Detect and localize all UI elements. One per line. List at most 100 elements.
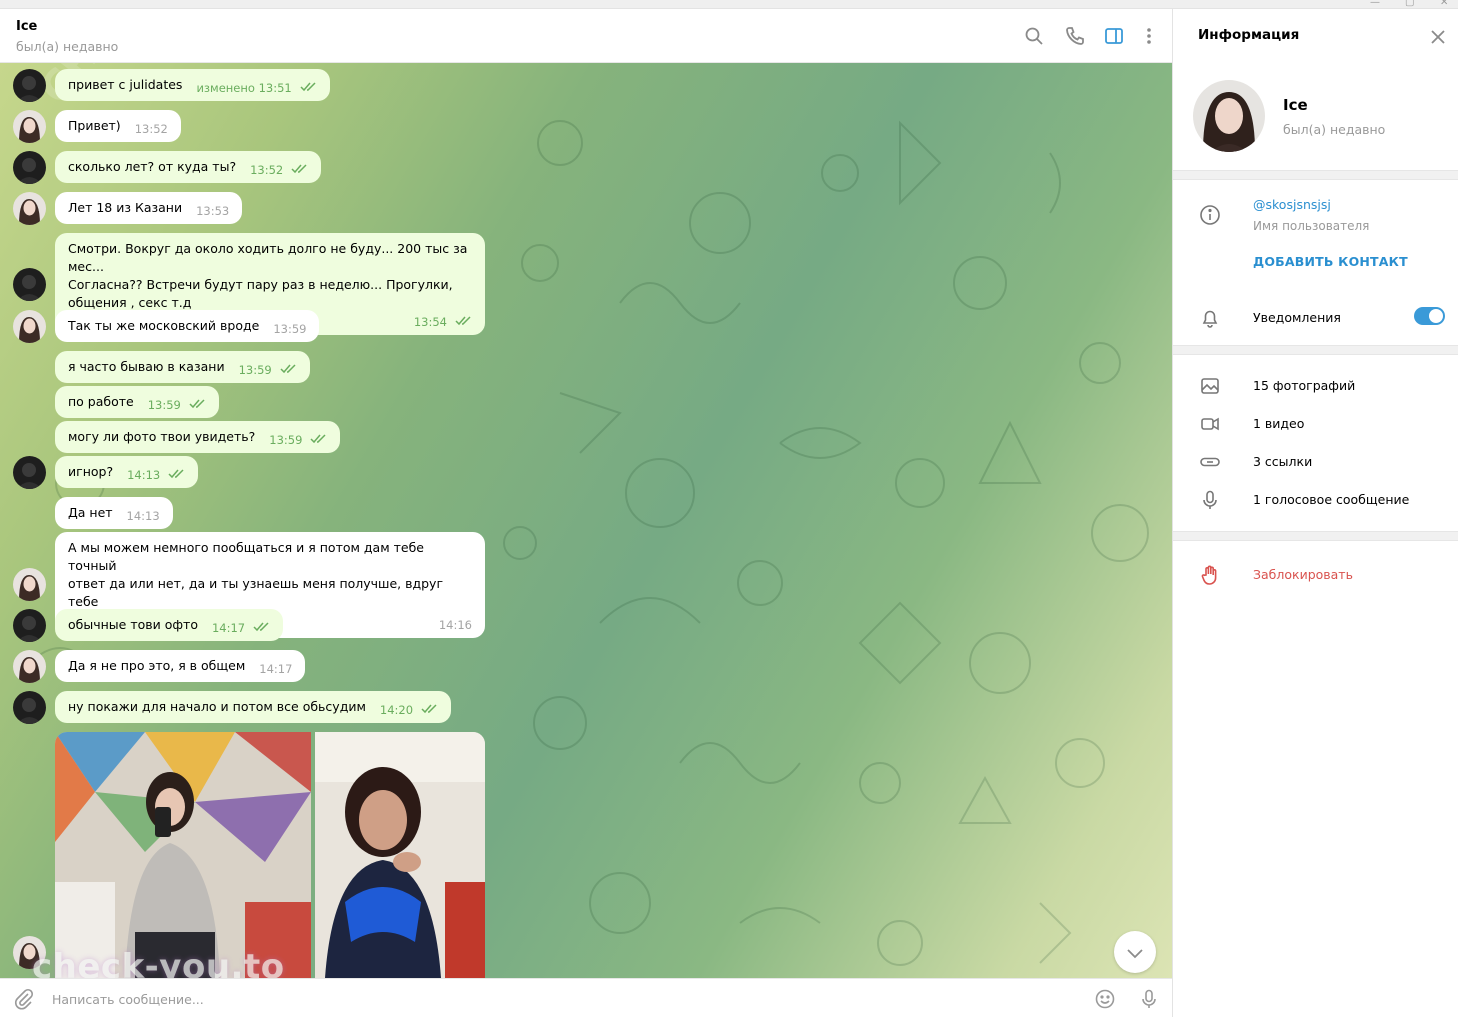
microphone-icon[interactable] [1138,988,1160,1010]
chat-title[interactable]: Ice [16,19,37,34]
sender-avatar[interactable] [13,268,46,301]
message-line: Смотри. Вокруг да около ходить долго не … [68,241,468,274]
message-bubble[interactable]: игнор? 14:13 [55,456,199,488]
message-time: 14:16 [438,618,472,632]
message-text: Да я не про это, я в общем [68,658,246,673]
double-check-icon [253,622,269,632]
chat-status: был(а) недавно [16,39,119,54]
message-time: 13:59 [147,398,181,412]
contact-avatar[interactable] [13,650,46,683]
sender-avatar[interactable] [13,456,46,489]
contact-avatar[interactable] [13,568,46,601]
search-icon[interactable] [1023,25,1045,47]
more-vertical-icon[interactable] [1138,25,1160,47]
section-divider [1173,170,1458,180]
info-panel: Информация Ice был(а) недавно @skosjsnsj… [1172,9,1458,1017]
block-hand-icon [1201,565,1217,585]
double-check-icon [189,399,205,409]
maximize-icon[interactable]: ▢ [1405,0,1414,8]
message-bubble[interactable]: Да нет 14:13 [55,497,173,529]
site-watermark: check-you.to [32,947,285,978]
message-text: ну покажи для начало и потом все обьсуди… [68,699,366,714]
media-videos-link[interactable]: 1 видео [1253,416,1304,431]
contact-avatar[interactable] [13,310,46,343]
link-icon [1200,457,1220,467]
notifications-label: Уведомления [1253,310,1341,325]
photo-message[interactable] [315,732,485,978]
message-bubble[interactable]: могу ли фото твои увидеть? 13:59 [55,421,341,453]
media-voice-link[interactable]: 1 голосовое сообщение [1253,492,1409,507]
message-time: 13:52 [250,163,284,177]
message-bubble[interactable]: Да я не про это, я в общем 14:17 [55,650,306,682]
photo-icon [1201,378,1219,394]
message-bubble[interactable]: я часто бываю в казани 13:59 [55,351,310,383]
message-bubble[interactable]: Привет) 13:52 [55,110,181,142]
chat-header: Ice был(а) недавно [0,9,1172,63]
emoji-icon[interactable] [1094,988,1116,1010]
scroll-to-bottom-button[interactable] [1114,931,1156,973]
message-text: игнор? [68,464,114,479]
chevron-down-icon [1127,949,1143,959]
video-icon [1201,417,1219,431]
info-panel-title: Информация [1198,27,1300,43]
message-time: 14:17 [211,621,246,635]
double-check-icon [280,364,296,374]
notifications-toggle[interactable] [1414,307,1445,325]
info-icon [1200,205,1220,225]
message-input[interactable] [52,988,1052,1010]
sender-avatar[interactable] [13,151,46,184]
double-check-icon [421,704,437,714]
message-text: сколько лет? от куда ты? [68,159,237,174]
chat-pane: Ice был(а) недавно привет с julidates из… [0,9,1172,1017]
message-text: по работе [68,394,134,409]
double-check-icon [455,316,471,326]
add-contact-button[interactable]: ДОБАВИТЬ КОНТАКТ [1253,254,1408,269]
close-icon[interactable] [1429,28,1447,46]
message-text: Так ты же московский вроде [68,318,260,333]
phone-icon[interactable] [1064,25,1086,47]
block-user-button[interactable]: Заблокировать [1253,567,1353,582]
window-title-strip: — ▢ ✕ [0,0,1458,9]
message-text: обычные тови офто [68,617,198,632]
bell-icon [1202,310,1218,328]
message-line: Согласна?? Встречи будут пару раз в неде… [68,277,453,292]
message-text: могу ли фото твои увидеть? [68,429,256,444]
message-line: А мы можем немного пообщаться и я потом … [68,540,424,573]
message-bubble[interactable]: сколько лет? от куда ты? 13:52 [55,151,322,183]
double-check-icon [300,82,316,92]
window-close-icon[interactable]: ✕ [1440,0,1448,8]
minimize-icon[interactable]: — [1370,0,1380,8]
message-bubble[interactable]: Лет 18 из Казани 13:53 [55,192,243,224]
message-bubble[interactable]: Так ты же московский вроде 13:59 [55,310,320,342]
double-check-icon [291,164,307,174]
media-photos-link[interactable]: 15 фотографий [1253,378,1355,393]
sidebar-toggle-icon[interactable] [1103,25,1125,47]
contact-avatar[interactable] [13,110,46,143]
message-bubble[interactable]: обычные тови офто 14:17 [55,609,284,641]
contact-avatar[interactable] [13,192,46,225]
profile-avatar[interactable] [1193,80,1265,152]
message-bubble[interactable]: привет с julidates изменено 13:51 [55,69,330,101]
paperclip-icon[interactable] [13,988,35,1010]
message-text: Лет 18 из Казани [68,200,183,215]
photo-message[interactable] [55,732,311,978]
username-link[interactable]: @skosjsnsjsj [1253,197,1331,212]
message-time: 14:13 [126,509,160,523]
sender-avatar[interactable] [13,69,46,102]
message-time: 13:59 [269,433,303,447]
message-time: 13:52 [134,122,168,136]
message-time: 13:54 [413,315,447,329]
section-divider [1173,531,1458,541]
message-bubble[interactable]: по работе 13:59 [55,386,219,418]
media-links-link[interactable]: 3 ссылки [1253,454,1312,469]
message-time: 13:59 [273,322,307,336]
message-time: изменено 13:51 [196,81,292,95]
sender-avatar[interactable] [13,691,46,724]
sender-avatar[interactable] [13,609,46,642]
username-caption: Имя пользователя [1253,219,1370,233]
double-check-icon [168,469,184,479]
message-bubble[interactable]: ну покажи для начало и потом все обьсуди… [55,691,452,723]
message-text: Да нет [68,505,113,520]
message-list[interactable]: CHECK YOU ME привет с julidatesизменено … [0,63,1172,978]
message-time: 14:20 [379,703,414,717]
